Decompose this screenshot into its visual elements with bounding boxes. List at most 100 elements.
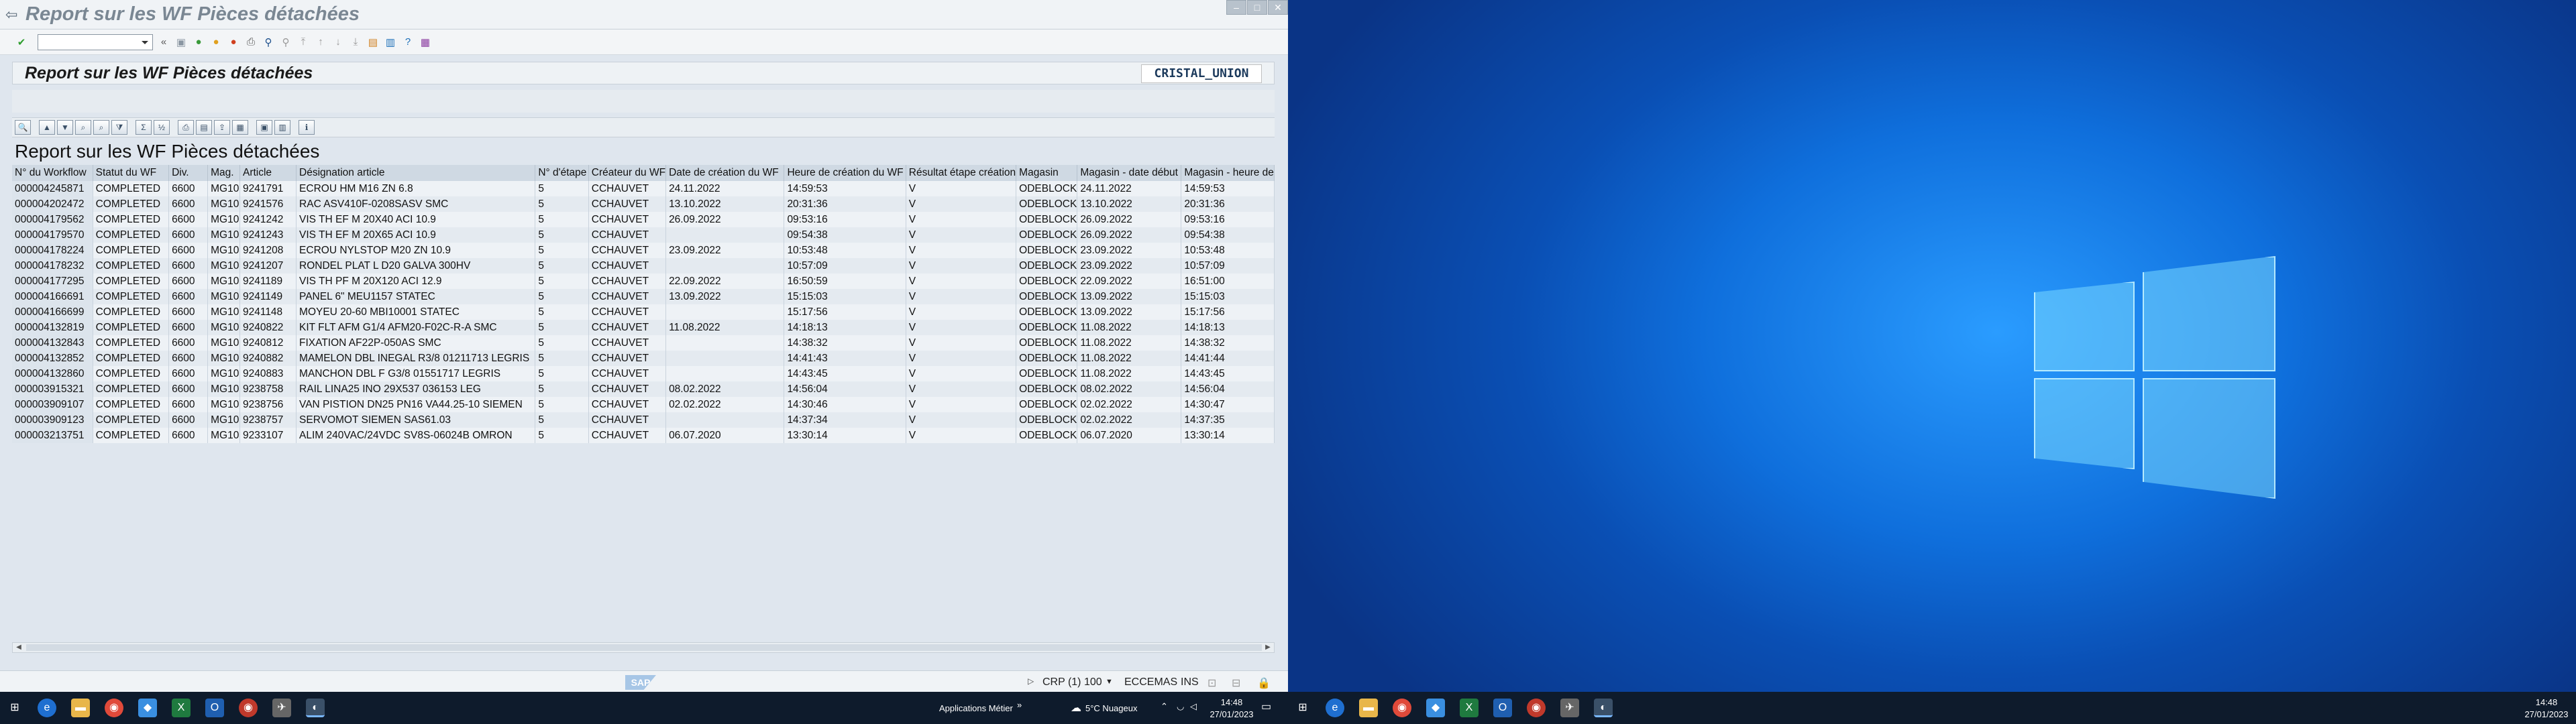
table-cell[interactable]: 5 bbox=[535, 243, 589, 258]
table-row[interactable]: 000003909107 COMPLETED 6600 MG10 9238756 VAN … bbox=[12, 397, 1275, 412]
table-cell[interactable]: 14:37:35 bbox=[1181, 412, 1275, 428]
table-cell[interactable]: ODEBLOCK bbox=[1016, 366, 1078, 381]
table-cell[interactable]: 14:37:34 bbox=[784, 412, 906, 428]
table-row[interactable]: 000004178232 COMPLETED 6600 MG10 9241207 ROND… bbox=[12, 258, 1275, 274]
weather-icon[interactable]: ☁ bbox=[1071, 701, 1081, 715]
table-cell[interactable]: V bbox=[906, 320, 1017, 335]
status-expand-icon[interactable]: ▷ bbox=[1028, 676, 1034, 686]
table-cell[interactable]: 26.09.2022 bbox=[1077, 227, 1182, 243]
table-cell[interactable]: ODEBLOCK bbox=[1016, 212, 1078, 227]
table-cell[interactable]: COMPLETED bbox=[93, 412, 170, 428]
table-cell[interactable]: 6600 bbox=[168, 196, 209, 212]
table-cell[interactable]: 5 bbox=[535, 227, 589, 243]
table-cell[interactable]: V bbox=[906, 274, 1017, 289]
table-cell[interactable]: MG10 bbox=[207, 258, 240, 274]
table-cell[interactable] bbox=[665, 366, 785, 381]
table-cell[interactable]: 5 bbox=[535, 351, 589, 366]
table-cell[interactable]: 6600 bbox=[168, 243, 209, 258]
outlook-icon[interactable]: O bbox=[1493, 699, 1512, 717]
table-cell[interactable]: 6600 bbox=[168, 274, 209, 289]
table-cell[interactable] bbox=[665, 335, 785, 351]
table-row[interactable]: 000004166699 COMPLETED 6600 MG10 9241148 MOYE… bbox=[12, 304, 1275, 320]
table-cell[interactable]: COMPLETED bbox=[93, 181, 170, 196]
double-chevron-icon[interactable]: « bbox=[157, 36, 170, 49]
table-cell[interactable]: COMPLETED bbox=[93, 351, 170, 366]
table-cell[interactable]: CCHAUVET bbox=[588, 428, 667, 443]
table-cell[interactable]: V bbox=[906, 351, 1017, 366]
table-cell[interactable]: MG10 bbox=[207, 181, 240, 196]
table-cell[interactable]: V bbox=[906, 258, 1017, 274]
table-cell[interactable]: V bbox=[906, 412, 1017, 428]
table-cell[interactable]: 9240883 bbox=[239, 366, 297, 381]
table-cell[interactable]: 5 bbox=[535, 366, 589, 381]
file-explorer-icon[interactable]: ▬ bbox=[1359, 699, 1378, 717]
info-icon[interactable]: ℹ bbox=[299, 120, 315, 135]
table-cell[interactable]: V bbox=[906, 243, 1017, 258]
table-cell[interactable]: MG10 bbox=[207, 366, 240, 381]
table-row[interactable]: 000004245871 COMPLETED 6600 MG10 9241791 ECRO… bbox=[12, 181, 1275, 196]
table-cell[interactable]: COMPLETED bbox=[93, 243, 170, 258]
filter-icon[interactable]: ⧩ bbox=[111, 120, 127, 135]
table-cell[interactable]: CCHAUVET bbox=[588, 412, 667, 428]
table-cell[interactable]: CCHAUVET bbox=[588, 366, 667, 381]
table-cell[interactable]: 08.02.2022 bbox=[665, 381, 785, 397]
print-icon[interactable]: ⎙ bbox=[244, 36, 258, 49]
table-cell[interactable]: 9241791 bbox=[239, 181, 297, 196]
table-cell[interactable]: 14:59:53 bbox=[784, 181, 906, 196]
table-cell[interactable]: 15:17:56 bbox=[784, 304, 906, 320]
table-cell[interactable]: MG10 bbox=[207, 304, 240, 320]
sort-ascending-icon[interactable]: ▲ bbox=[39, 120, 55, 135]
table-row[interactable]: 000004166691 COMPLETED 6600 MG10 9241149 PANE… bbox=[12, 289, 1275, 304]
first-page-icon[interactable]: ⤒ bbox=[297, 36, 310, 49]
table-cell[interactable]: KIT FLT AFM G1/4 AFM20-F02C-R-A SMC bbox=[296, 320, 536, 335]
table-cell[interactable]: 000003909123 bbox=[12, 412, 93, 428]
table-cell[interactable]: 14:30:47 bbox=[1181, 397, 1275, 412]
table-cell[interactable]: SERVOMOT SIEMEN SAS61.03 bbox=[296, 412, 536, 428]
table-cell[interactable]: ECROU HM M16 ZN 6.8 bbox=[296, 181, 536, 196]
table-cell[interactable]: ODEBLOCK bbox=[1016, 289, 1078, 304]
table-cell[interactable]: 13:30:14 bbox=[784, 428, 906, 443]
table-cell[interactable]: 20:31:36 bbox=[784, 196, 906, 212]
table-cell[interactable]: ALIM 240VAC/24VDC SV8S-06024B OMRON bbox=[296, 428, 536, 443]
chrome-icon[interactable]: ◉ bbox=[105, 699, 123, 717]
table-cell[interactable]: ODEBLOCK bbox=[1016, 227, 1078, 243]
table-cell[interactable]: ODEBLOCK bbox=[1016, 397, 1078, 412]
table-cell[interactable]: ODEBLOCK bbox=[1016, 243, 1078, 258]
table-cell[interactable]: COMPLETED bbox=[93, 397, 170, 412]
table-cell[interactable]: 14:30:46 bbox=[784, 397, 906, 412]
table-cell[interactable]: 000003213751 bbox=[12, 428, 93, 443]
table-cell[interactable]: ECROU NYLSTOP M20 ZN 10.9 bbox=[296, 243, 536, 258]
table-cell[interactable]: 9238758 bbox=[239, 381, 297, 397]
layout-menu-icon[interactable]: ▦ bbox=[419, 36, 432, 49]
table-cell[interactable]: CCHAUVET bbox=[588, 274, 667, 289]
close-button[interactable]: ✕ bbox=[1268, 0, 1288, 15]
table-cell[interactable]: V bbox=[906, 289, 1017, 304]
command-field[interactable] bbox=[38, 34, 153, 50]
table-cell[interactable]: 5 bbox=[535, 320, 589, 335]
table-cell[interactable]: CCHAUVET bbox=[588, 258, 667, 274]
volume-icon[interactable]: ◁ bbox=[1190, 701, 1197, 712]
table-cell[interactable]: 14:38:32 bbox=[1181, 335, 1275, 351]
table-cell[interactable]: COMPLETED bbox=[93, 196, 170, 212]
table-row[interactable]: 000004202472 COMPLETED 6600 MG10 9241576 RAC … bbox=[12, 196, 1275, 212]
table-cell[interactable]: MG10 bbox=[207, 397, 240, 412]
table-cell[interactable]: CCHAUVET bbox=[588, 397, 667, 412]
table-cell[interactable]: 24.11.2022 bbox=[1077, 181, 1182, 196]
table-cell[interactable] bbox=[665, 258, 785, 274]
table-cell[interactable]: 9241207 bbox=[239, 258, 297, 274]
table-cell[interactable]: 6600 bbox=[168, 212, 209, 227]
table-cell[interactable]: 14:41:43 bbox=[784, 351, 906, 366]
column-header[interactable]: Désignation article bbox=[296, 165, 536, 181]
table-cell[interactable] bbox=[665, 304, 785, 320]
table-cell[interactable]: 14:18:13 bbox=[784, 320, 906, 335]
table-cell[interactable]: 11.08.2022 bbox=[1077, 335, 1182, 351]
table-cell[interactable]: MG10 bbox=[207, 335, 240, 351]
table-cell[interactable] bbox=[665, 227, 785, 243]
table-cell[interactable]: 000004132819 bbox=[12, 320, 93, 335]
table-cell[interactable]: 5 bbox=[535, 412, 589, 428]
table-cell[interactable]: V bbox=[906, 381, 1017, 397]
table-cell[interactable]: 5 bbox=[535, 196, 589, 212]
table-cell[interactable]: CCHAUVET bbox=[588, 196, 667, 212]
column-header[interactable]: Mag. bbox=[207, 165, 240, 181]
sap-logon-icon[interactable]: ◐ bbox=[1594, 699, 1613, 717]
